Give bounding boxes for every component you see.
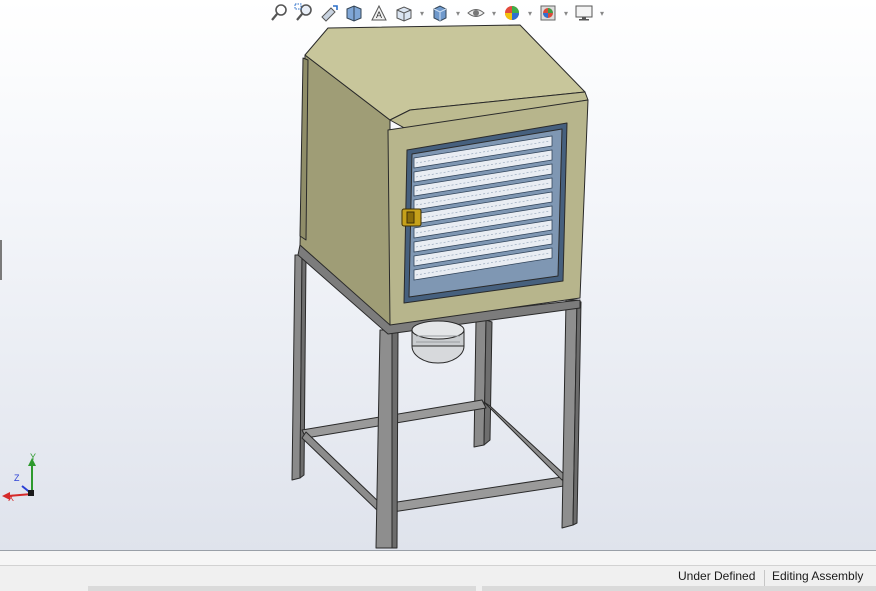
horizontal-scrollbar-right[interactable] xyxy=(482,586,876,591)
graphics-bottom-strip xyxy=(0,551,876,565)
triad-z-label: Z xyxy=(14,473,20,483)
triad-y-label: Y xyxy=(30,452,36,462)
graphics-area[interactable]: A ▾ ▾ ▾ ▾ ▾ ▾ Y Z X xyxy=(0,0,876,550)
triad-x-label: X xyxy=(8,493,14,503)
dryer-cabinet-model[interactable] xyxy=(0,0,876,550)
horizontal-scrollbar-left[interactable] xyxy=(88,586,476,591)
status-definition[interactable]: Under Defined xyxy=(678,569,755,583)
reference-triad: Y Z X xyxy=(2,450,46,509)
status-separator xyxy=(764,570,765,586)
status-mode[interactable]: Editing Assembly xyxy=(772,569,863,583)
